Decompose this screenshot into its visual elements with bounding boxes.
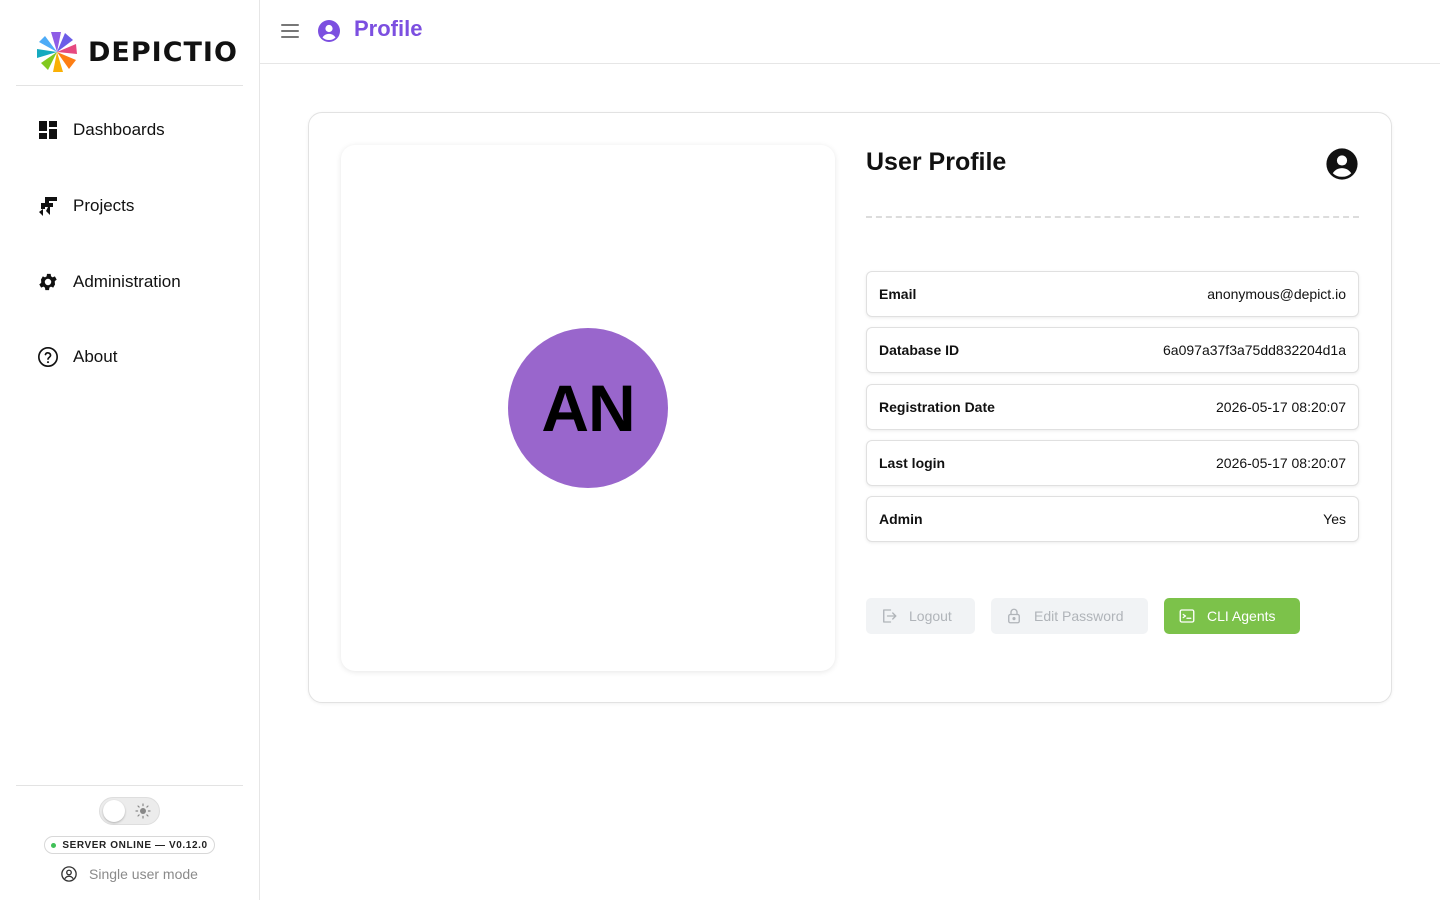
info-value: 2026-05-17 08:20:07 <box>1216 399 1346 415</box>
logout-button[interactable]: Logout <box>866 598 975 634</box>
help-circle-icon <box>36 345 60 369</box>
info-value: 6a097a37f3a75dd832204d1a <box>1163 342 1346 358</box>
logout-label: Logout <box>909 608 952 624</box>
cli-agents-button[interactable]: CLI Agents <box>1164 598 1300 634</box>
edit-password-button[interactable]: Edit Password <box>991 598 1148 634</box>
server-status-badge: SERVER ONLINE — V0.12.0 <box>44 836 215 854</box>
edit-password-label: Edit Password <box>1034 608 1124 624</box>
cli-agents-label: CLI Agents <box>1207 608 1276 624</box>
avatar: AN <box>508 328 668 488</box>
info-label: Email <box>879 286 917 302</box>
dashboard-icon <box>36 118 60 142</box>
info-row-email: Email anonymous@depict.io <box>866 271 1359 317</box>
user-mode-label: Single user mode <box>89 866 198 882</box>
sidebar-item-label: About <box>73 347 118 366</box>
sidebar: DEPICTIO Dashboards Projects Administrat… <box>0 0 260 900</box>
top-header: Profile <box>260 0 1440 64</box>
user-mode: Single user mode <box>60 864 198 884</box>
user-circle-icon <box>318 20 340 42</box>
info-label: Admin <box>879 511 923 527</box>
sidebar-item-label: Dashboards <box>73 120 165 139</box>
sidebar-item-administration[interactable]: Administration <box>36 262 181 302</box>
profile-title: User Profile <box>866 148 1007 176</box>
info-value: anonymous@depict.io <box>1207 286 1346 302</box>
projects-icon <box>36 194 60 218</box>
avatar-initials: AN <box>541 371 635 445</box>
brand-logo[interactable]: DEPICTIO <box>36 30 238 74</box>
info-value: 2026-05-17 08:20:07 <box>1216 455 1346 471</box>
menu-burger-icon[interactable] <box>281 24 299 38</box>
info-row-admin: Admin Yes <box>866 496 1359 542</box>
user-circle-icon <box>1326 148 1358 180</box>
brand-name: DEPICTIO <box>88 36 238 68</box>
profile-card: AN User Profile Email anonymous@depict.i… <box>308 112 1392 703</box>
avatar-panel: AN <box>341 145 835 671</box>
app-root: DEPICTIO Dashboards Projects Administrat… <box>0 0 1440 900</box>
info-label: Database ID <box>879 342 960 358</box>
gear-icon <box>36 270 60 294</box>
sidebar-item-about[interactable]: About <box>36 337 117 377</box>
logout-icon <box>880 607 898 625</box>
info-label: Last login <box>879 455 946 471</box>
sidebar-item-dashboards[interactable]: Dashboards <box>36 110 165 150</box>
info-row-last-login: Last login 2026-05-17 08:20:07 <box>866 440 1359 486</box>
sidebar-item-label: Projects <box>73 196 135 215</box>
toggle-knob <box>103 800 125 822</box>
page-title: Profile <box>354 16 423 41</box>
lock-icon <box>1005 607 1023 625</box>
info-row-registration-date: Registration Date 2026-05-17 08:20:07 <box>866 384 1359 430</box>
sidebar-item-projects[interactable]: Projects <box>36 186 134 226</box>
terminal-icon <box>1178 607 1196 625</box>
sidebar-divider <box>16 85 243 86</box>
server-status-text: SERVER ONLINE — V0.12.0 <box>62 839 208 851</box>
title-divider <box>866 216 1359 218</box>
depictio-logo-icon <box>37 32 77 72</box>
user-circle-icon <box>61 866 77 882</box>
theme-toggle[interactable] <box>99 797 160 825</box>
info-row-database-id: Database ID 6a097a37f3a75dd832204d1a <box>866 327 1359 373</box>
sidebar-divider <box>16 785 243 786</box>
info-label: Registration Date <box>879 399 995 415</box>
info-value: Yes <box>1323 511 1346 527</box>
sun-icon <box>135 803 151 819</box>
status-dot-icon <box>51 842 57 848</box>
sidebar-item-label: Administration <box>73 272 181 291</box>
